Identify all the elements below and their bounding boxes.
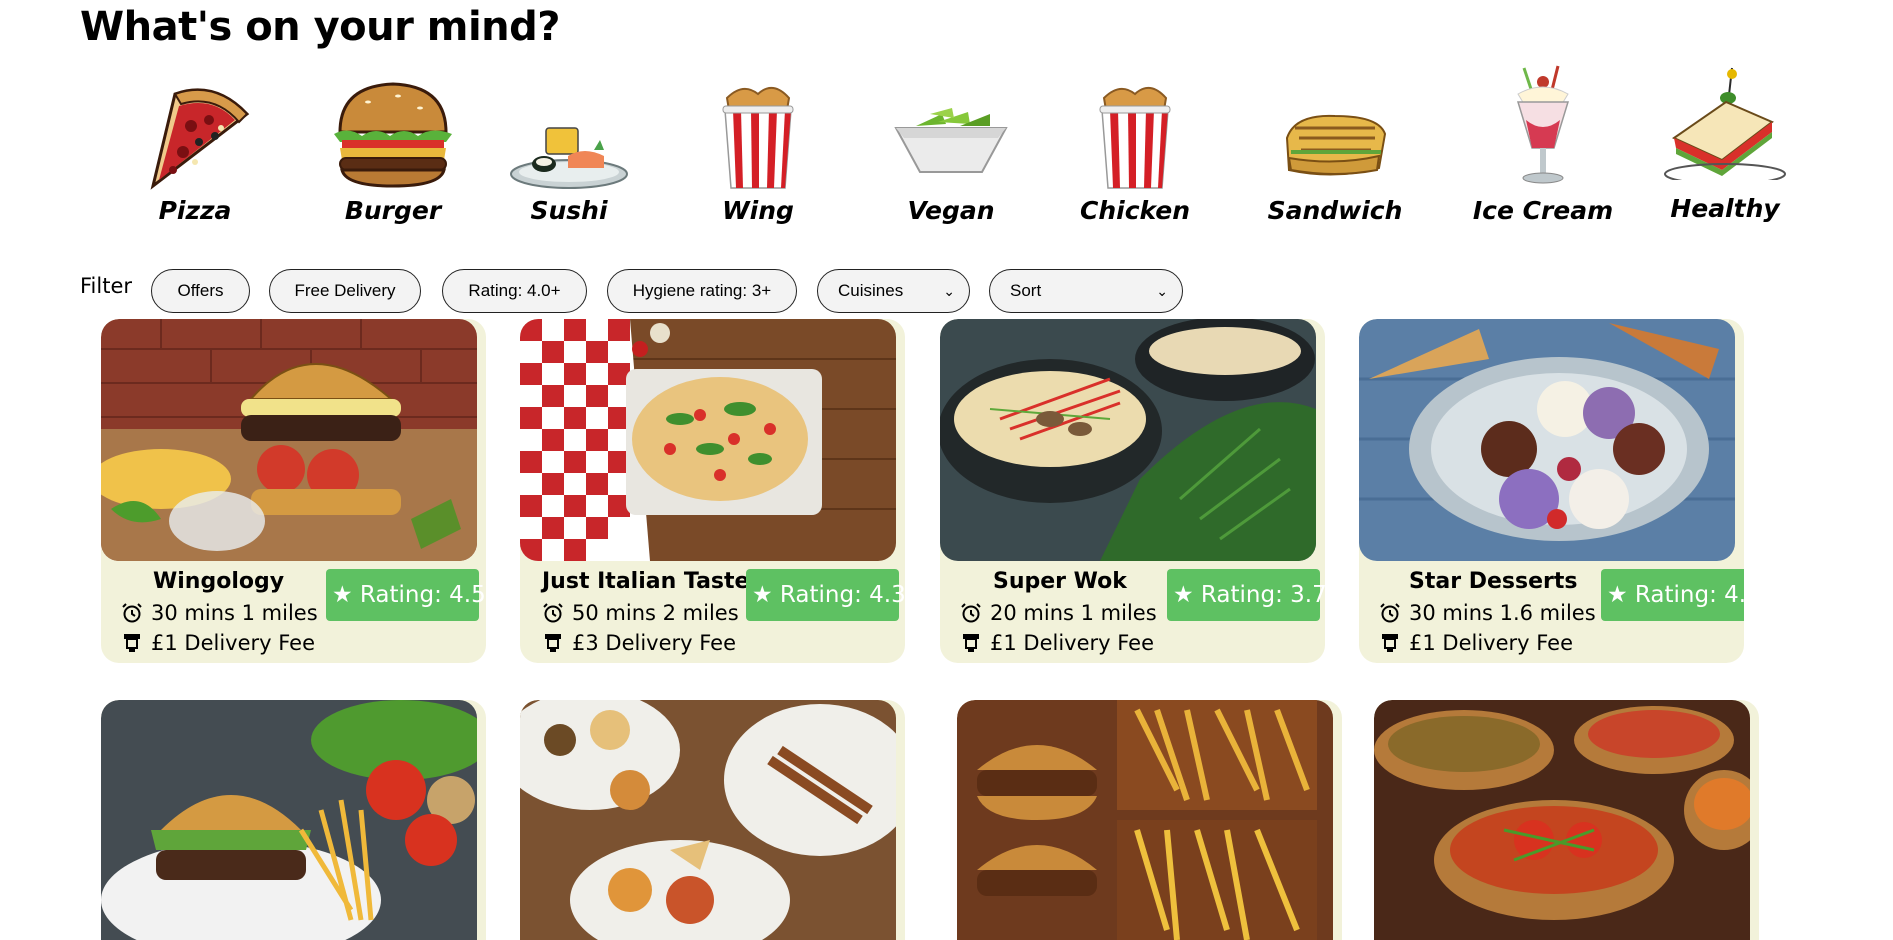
- delivery-fee: £3 Delivery Fee: [542, 631, 736, 655]
- delivery-fee-text: £1 Delivery Fee: [1409, 631, 1574, 655]
- alarm-clock-icon: [122, 603, 142, 623]
- free-delivery-filter-button[interactable]: Free Delivery: [269, 269, 421, 313]
- delivery-fee-text: £3 Delivery Fee: [572, 631, 737, 655]
- category-label: Wing: [722, 196, 794, 225]
- delivery-time-text: 30 mins 1.6 miles: [1409, 601, 1596, 625]
- category-label: Ice Cream: [1472, 196, 1614, 225]
- category-label: Vegan: [907, 196, 995, 225]
- restaurant-photo-pizza: [520, 319, 896, 561]
- cuisines-select[interactable]: Cuisines ⌄: [817, 269, 970, 313]
- category-label: Chicken: [1079, 196, 1191, 225]
- sort-select[interactable]: Sort ⌄: [989, 269, 1183, 313]
- restaurant-card[interactable]: Super Wok 20 mins 1 miles £1 Delivery Fe…: [940, 319, 1325, 663]
- category-sandwich[interactable]: Sandwich: [1260, 76, 1410, 236]
- restaurant-card[interactable]: [1374, 700, 1759, 940]
- delivery-time-text: 20 mins 1 miles: [990, 601, 1157, 625]
- delivery-fee: £1 Delivery Fee: [1379, 631, 1573, 655]
- sort-select-value: Sort: [1010, 281, 1042, 300]
- filter-label: Filter: [80, 274, 133, 298]
- delivery-time-text: 30 mins 1 miles: [151, 601, 318, 625]
- alarm-clock-icon: [961, 603, 981, 623]
- rating-badge: ★ Rating: 4.5: [326, 569, 486, 621]
- burger-icon: [334, 82, 452, 188]
- restaurant-card[interactable]: [101, 700, 486, 940]
- delivery-fee: £1 Delivery Fee: [960, 631, 1154, 655]
- delivery-person-icon: [545, 634, 561, 652]
- delivery-fee-text: £1 Delivery Fee: [151, 631, 316, 655]
- category-label: Pizza: [158, 196, 232, 225]
- delivery-time: 50 mins 2 miles: [542, 601, 739, 625]
- restaurant-photo-ice-cream: [1359, 319, 1735, 561]
- category-burger[interactable]: Burger: [318, 76, 468, 236]
- category-label: Sandwich: [1267, 196, 1403, 225]
- rating-filter-button[interactable]: Rating: 4.0+: [442, 269, 587, 313]
- hygiene-rating-filter-button[interactable]: Hygiene rating: 3+: [607, 269, 797, 313]
- sundae-glass-icon: [1516, 65, 1570, 184]
- category-pizza[interactable]: Pizza: [120, 76, 270, 236]
- restaurant-name: Star Desserts: [1409, 569, 1578, 594]
- chicken-bucket-icon: [1099, 87, 1171, 189]
- restaurant-photo-fast-food: [957, 700, 1333, 940]
- category-sushi[interactable]: Sushi: [494, 76, 644, 236]
- restaurant-card[interactable]: [957, 700, 1342, 940]
- chevron-down-icon: ⌄: [943, 282, 955, 299]
- category-healthy[interactable]: Healthy: [1650, 67, 1800, 236]
- category-label: Healthy: [1670, 194, 1780, 223]
- restaurant-name: Wingology: [153, 569, 285, 594]
- delivery-fee-text: £1 Delivery Fee: [990, 631, 1155, 655]
- category-label: Burger: [344, 196, 442, 225]
- category-wing[interactable]: Wing: [683, 76, 833, 236]
- category-label: Sushi: [530, 196, 608, 225]
- restaurant-photo-noodles: [940, 319, 1316, 561]
- rating-badge: ★ Rating: 4.3: [746, 569, 905, 621]
- alarm-clock-icon: [1380, 603, 1400, 623]
- restaurant-card[interactable]: Just Italian Taste 50 mins 2 miles £3 De…: [520, 319, 905, 663]
- restaurant-name: Just Italian Taste: [542, 569, 750, 594]
- veggie-bowl-icon: [894, 108, 1008, 173]
- restaurant-photo-burger-fries: [101, 700, 477, 940]
- restaurant-card[interactable]: Wingology 30 mins 1 miles £1 Delivery Fe…: [101, 319, 486, 663]
- sushi-icon: [510, 127, 628, 189]
- alarm-clock-icon: [543, 603, 563, 623]
- delivery-person-icon: [124, 634, 140, 652]
- category-vegan[interactable]: Vegan: [876, 76, 1026, 236]
- restaurant-photo-curry: [1374, 700, 1750, 940]
- restaurant-name: Super Wok: [993, 569, 1127, 594]
- delivery-person-icon: [1382, 634, 1398, 652]
- chicken-bucket-icon: [722, 87, 794, 189]
- category-chicken[interactable]: Chicken: [1060, 76, 1210, 236]
- rating-badge: ★ Rating: 3.7: [1167, 569, 1325, 621]
- sandwich-icon: [1285, 114, 1387, 176]
- restaurant-photo-burger: [101, 319, 477, 561]
- restaurant-card[interactable]: Star Desserts 30 mins 1.6 miles £1 Deliv…: [1359, 319, 1744, 663]
- rating-badge: ★ Rating: 4.5: [1601, 569, 1744, 621]
- category-strip: Pizza Burger Sushi Wing Vegan Chicken Sa…: [0, 0, 1893, 240]
- delivery-time: 30 mins 1 miles: [121, 601, 318, 625]
- restaurant-card[interactable]: [520, 700, 905, 940]
- pizza-icon: [150, 88, 250, 190]
- delivery-person-icon: [963, 634, 979, 652]
- category-ice-cream[interactable]: Ice Cream: [1468, 65, 1618, 236]
- offers-filter-button[interactable]: Offers: [151, 269, 250, 313]
- cuisines-select-value: Cuisines: [838, 281, 904, 300]
- delivery-time-text: 50 mins 2 miles: [572, 601, 739, 625]
- delivery-time: 20 mins 1 miles: [960, 601, 1157, 625]
- chevron-down-icon: ⌄: [1156, 282, 1168, 299]
- club-sandwich-icon: [1664, 67, 1786, 180]
- delivery-fee: £1 Delivery Fee: [121, 631, 315, 655]
- delivery-time: 30 mins 1.6 miles: [1379, 601, 1596, 625]
- restaurant-photo-mezze: [520, 700, 896, 940]
